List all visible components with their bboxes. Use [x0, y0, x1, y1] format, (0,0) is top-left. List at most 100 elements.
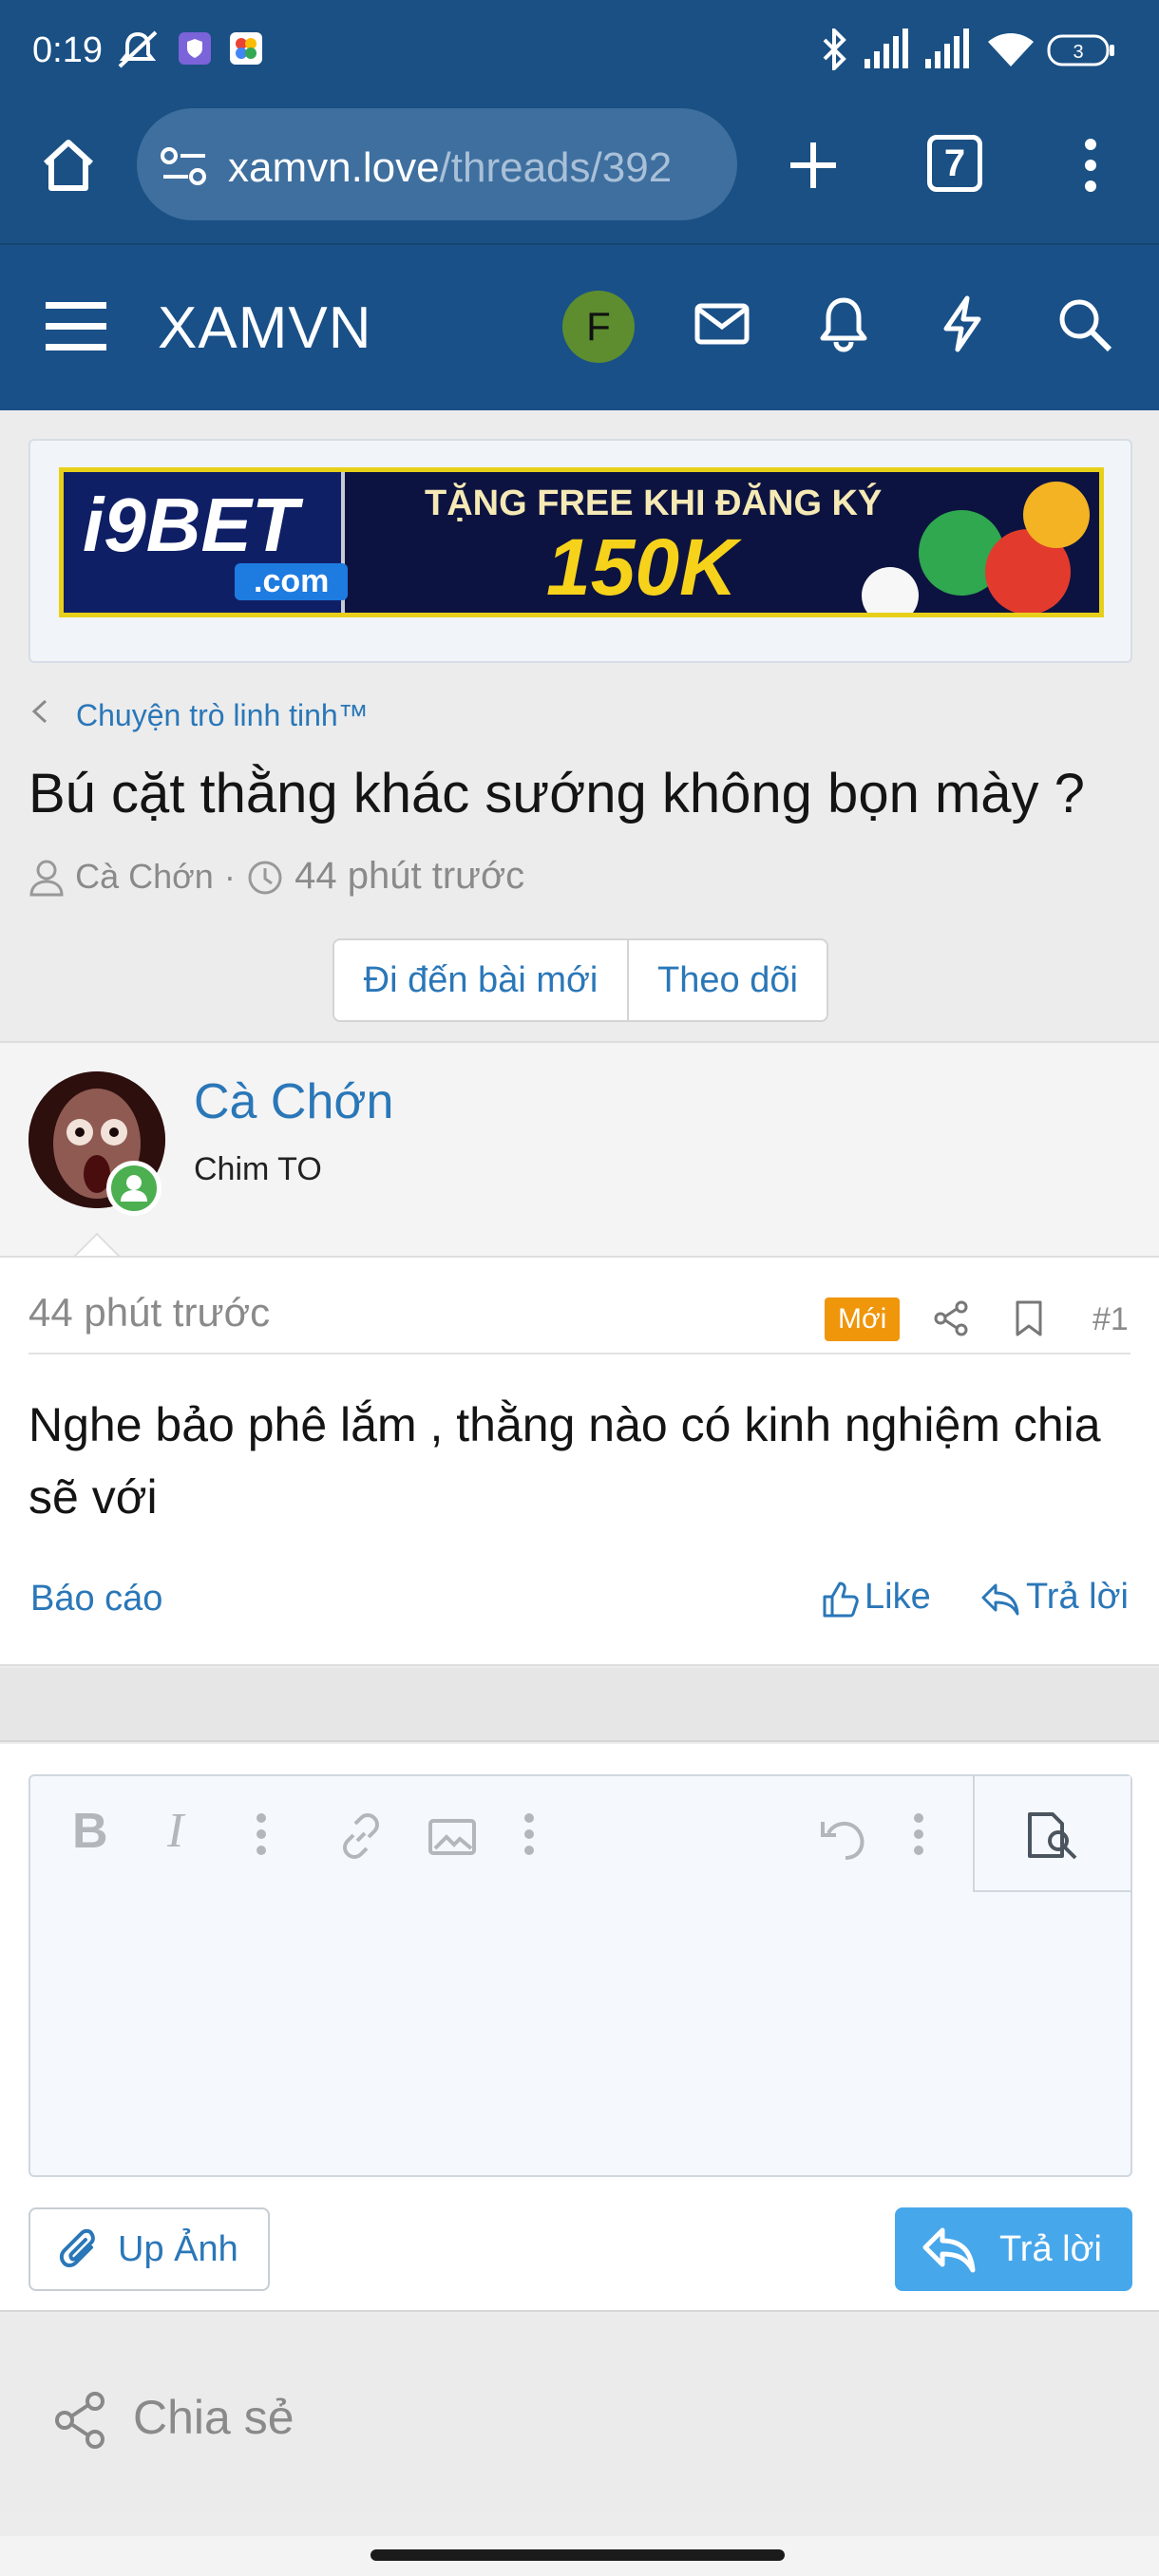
divider: [28, 1353, 1130, 1354]
new-badge: Mới: [825, 1297, 901, 1341]
ad-headline: TẶNG FREE KHI ĐĂNG KÝ: [425, 483, 883, 523]
browser-menu-button[interactable]: [1072, 137, 1110, 194]
search-icon[interactable]: [1056, 296, 1113, 358]
post-author-title: Chim TO: [194, 1151, 322, 1187]
battery-icon: 3: [1047, 34, 1115, 66]
thread-meta: Cà Chớn · 44 phút trước: [28, 855, 524, 898]
breadcrumb-label[interactable]: Chuyện trò linh tinh™: [76, 698, 369, 732]
post-body: 44 phút trước Mới #1 Nghe bảo phê lắm , …: [0, 1256, 1159, 1666]
site-settings-icon[interactable]: [160, 146, 209, 193]
tab-switcher-button[interactable]: 7: [927, 135, 982, 192]
notifications-off-icon: [116, 28, 160, 70]
url-path: /threads/392: [439, 144, 673, 191]
like-label: Like: [864, 1577, 931, 1617]
user-avatar[interactable]: F: [562, 291, 635, 363]
report-link[interactable]: Báo cáo: [30, 1579, 162, 1619]
more-editor-options-icon[interactable]: [912, 1810, 925, 1863]
signal-icon: [863, 28, 914, 70]
thread-author[interactable]: Cà Chớn: [75, 857, 214, 896]
ad-brand-suffix: .com: [235, 563, 349, 600]
url-text[interactable]: xamvn.love/threads/392: [228, 144, 714, 192]
meta-separator: ·: [223, 857, 236, 896]
reply-button[interactable]: Trả lời: [980, 1577, 1129, 1618]
preview-button[interactable]: [973, 1776, 1130, 1892]
follow-button[interactable]: Theo dõi: [629, 940, 826, 1020]
ad-logo: i9BET .com: [64, 472, 349, 613]
upload-photo-label: Up Ảnh: [118, 2229, 238, 2269]
site-header: XAMVN F: [0, 243, 1159, 410]
upload-photo-button[interactable]: Up Ảnh: [28, 2207, 270, 2291]
italic-button[interactable]: I: [167, 1803, 183, 1859]
status-bar: 0:19 3: [0, 0, 1159, 99]
more-text-options-icon[interactable]: [255, 1810, 268, 1863]
breadcrumb[interactable]: Chuyện trò linh tinh™: [28, 697, 369, 733]
wifi-icon: [986, 28, 1036, 70]
ad-brand: i9BET: [83, 483, 298, 567]
image-icon[interactable]: [428, 1818, 477, 1861]
section-gap: [0, 1668, 1159, 1742]
like-button[interactable]: Like: [821, 1577, 931, 1618]
ad-banner[interactable]: i9BET .com TẶNG FREE KHI ĐĂNG KÝ 150K: [59, 467, 1104, 617]
reply-icon: [981, 1583, 1019, 1616]
battery-level: 3: [1073, 42, 1083, 63]
online-status-icon: [106, 1161, 162, 1216]
post-author-name[interactable]: Cà Chớn: [194, 1073, 393, 1130]
share-section: Chia sẻ: [0, 2314, 1159, 2513]
link-icon[interactable]: [336, 1812, 386, 1865]
address-bar[interactable]: xamvn.love/threads/392: [137, 108, 737, 220]
gesture-nav-bar: [0, 2536, 1159, 2576]
more-vert-icon: [1085, 139, 1096, 192]
bold-button[interactable]: B: [72, 1803, 108, 1860]
editor-textarea[interactable]: [30, 1892, 1130, 2177]
preview-icon: [1028, 1812, 1077, 1860]
undo-icon[interactable]: [817, 1812, 866, 1866]
post-number[interactable]: #1: [1092, 1301, 1129, 1338]
clock-icon: [248, 861, 282, 895]
go-to-new-post-button[interactable]: Đi đến bài mới: [334, 940, 629, 1020]
more-insert-options-icon[interactable]: [522, 1810, 536, 1863]
post-content: Nghe bảo phê lắm , thằng nào có kinh ngh…: [28, 1398, 1101, 1524]
bluetooth-icon: [821, 28, 847, 70]
lightning-icon[interactable]: [939, 294, 986, 358]
new-tab-button[interactable]: [785, 137, 842, 194]
home-indicator[interactable]: [370, 2549, 785, 2561]
signal-icon: [923, 28, 975, 70]
post-author-block: Cà Chớn Chim TO: [0, 1041, 1159, 1287]
share-label[interactable]: Chia sẻ: [133, 2390, 294, 2445]
quick-reply: B I Up Ảnh Trả lời: [0, 1744, 1159, 2312]
browser-toolbar: xamvn.love/threads/392 7: [0, 99, 1159, 243]
pinwheel-app-icon: [230, 32, 262, 65]
menu-icon[interactable]: [44, 298, 110, 360]
submit-reply-label: Trả lời: [999, 2229, 1102, 2269]
submit-reply-button[interactable]: Trả lời: [895, 2207, 1132, 2291]
reply-editor[interactable]: B I: [28, 1774, 1132, 2177]
chevron-left-icon: [28, 697, 76, 733]
site-logo[interactable]: XAMVN: [158, 294, 371, 362]
status-time: 0:19: [32, 30, 103, 70]
thread-time: 44 phút trước: [294, 855, 525, 897]
editor-toolbar: B I: [30, 1776, 1130, 1892]
url-domain: xamvn.love: [228, 144, 440, 191]
paperclip-icon: [59, 2228, 95, 2267]
share-icon[interactable]: [933, 1299, 971, 1342]
ad-amount: 150K: [546, 522, 737, 612]
mail-icon[interactable]: [694, 300, 750, 352]
page-content: i9BET .com TẶNG FREE KHI ĐĂNG KÝ 150K Ch…: [0, 410, 1159, 2576]
home-icon: [43, 140, 94, 191]
ad-container: i9BET .com TẶNG FREE KHI ĐĂNG KÝ 150K: [28, 439, 1132, 663]
home-button[interactable]: [36, 133, 101, 198]
shield-app-icon: [179, 32, 211, 65]
reply-icon: [922, 2227, 976, 2273]
bell-icon[interactable]: [815, 294, 872, 358]
user-icon: [29, 860, 64, 897]
share-icon: [55, 2392, 104, 2449]
thumbs-up-icon: [823, 1582, 859, 1618]
ad-ball: [1023, 482, 1090, 548]
reply-label: Trả lời: [1026, 1577, 1129, 1617]
thread-actions: Đi đến bài mới Theo dõi: [332, 938, 828, 1022]
ad-ball: [862, 567, 919, 613]
page-title: Bú cặt thằng khác sướng không bọn mày ?: [28, 763, 1085, 824]
bookmark-icon[interactable]: [1013, 1299, 1045, 1342]
post-time[interactable]: 44 phút trước: [28, 1290, 270, 1335]
plus-icon: [790, 142, 836, 188]
